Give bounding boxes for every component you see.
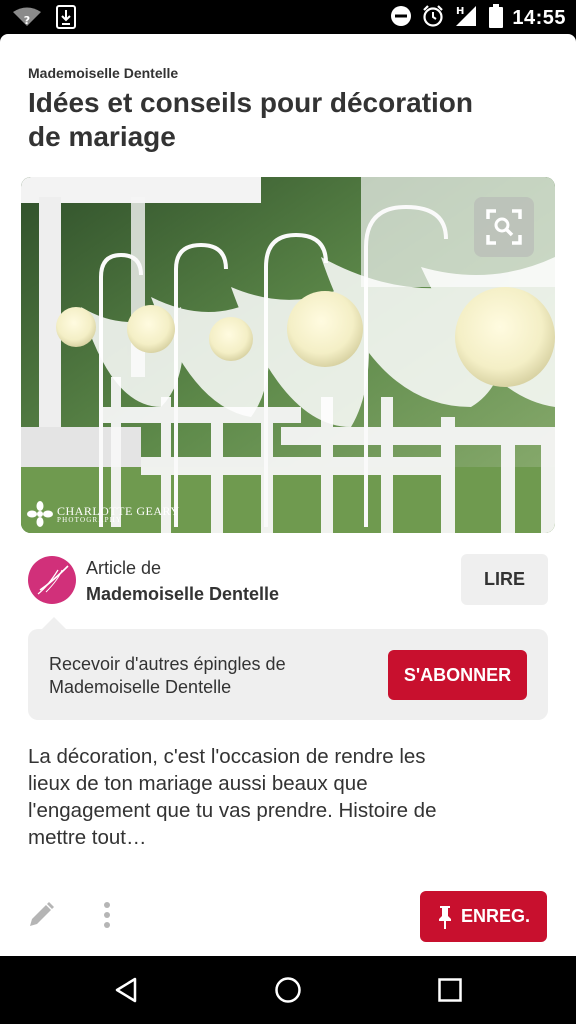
pin-icon [438, 905, 451, 929]
home-icon [275, 977, 301, 1003]
status-left-icons: ? [12, 5, 76, 34]
photo-watermark: CHARLOTTE GEARY PHOTOGRAPHY [27, 501, 180, 527]
author-row: Article de Mademoiselle Dentelle LIRE [28, 554, 548, 608]
recents-icon [438, 978, 462, 1002]
signal-icon: H [454, 4, 480, 33]
lace-logo-icon [37, 565, 69, 595]
author-name[interactable]: Mademoiselle Dentelle [86, 584, 279, 605]
battery-icon [489, 4, 504, 33]
author-prefix: Article de [86, 558, 162, 578]
status-bar: ? H 14:55 [0, 0, 576, 34]
save-button[interactable]: ENREG. [420, 891, 547, 942]
visual-search-icon [486, 209, 522, 245]
status-right-icons: H 14:55 [390, 4, 566, 33]
pin-image[interactable]: CHARLOTTE GEARY PHOTOGRAPHY [21, 177, 555, 533]
pin-source[interactable]: Mademoiselle Dentelle [28, 65, 178, 81]
svg-text:?: ? [24, 14, 30, 27]
save-label: ENREG. [460, 906, 530, 926]
follow-panel: Recevoir d'autres épingles de Mademoisel… [28, 617, 548, 720]
svg-text:H: H [456, 6, 464, 17]
back-icon [115, 977, 137, 1003]
follow-button[interactable]: S'ABONNER [388, 650, 527, 700]
pin-actions: ENREG. [0, 890, 576, 942]
more-options-icon[interactable] [96, 900, 118, 930]
back-button[interactable] [110, 974, 142, 1006]
download-icon [56, 5, 76, 34]
pin-title: Idées et conseils pour décoration de mar… [28, 87, 474, 152]
watermark-name: CHARLOTTE GEARY [57, 503, 180, 518]
alarm-icon [421, 4, 445, 33]
wifi-unknown-icon: ? [12, 6, 42, 33]
pin-description: La décoration, c'est l'occasion de rendr… [28, 745, 437, 849]
read-button[interactable]: LIRE [461, 554, 548, 605]
navigation-bar [0, 956, 576, 1024]
visual-search-button[interactable] [474, 197, 534, 257]
edit-icon[interactable] [26, 900, 56, 930]
status-time: 14:55 [512, 7, 566, 29]
do-not-disturb-icon [390, 5, 412, 32]
flower-logo-icon [27, 501, 53, 527]
home-button[interactable] [272, 974, 304, 1006]
recents-button[interactable] [434, 974, 466, 1006]
follow-text: Recevoir d'autres épingles de Mademoisel… [49, 654, 286, 697]
pin-card: Mademoiselle Dentelle Idées et conseils … [0, 34, 576, 956]
avatar[interactable] [28, 556, 76, 604]
watermark-sub: PHOTOGRAPHY [57, 515, 123, 524]
